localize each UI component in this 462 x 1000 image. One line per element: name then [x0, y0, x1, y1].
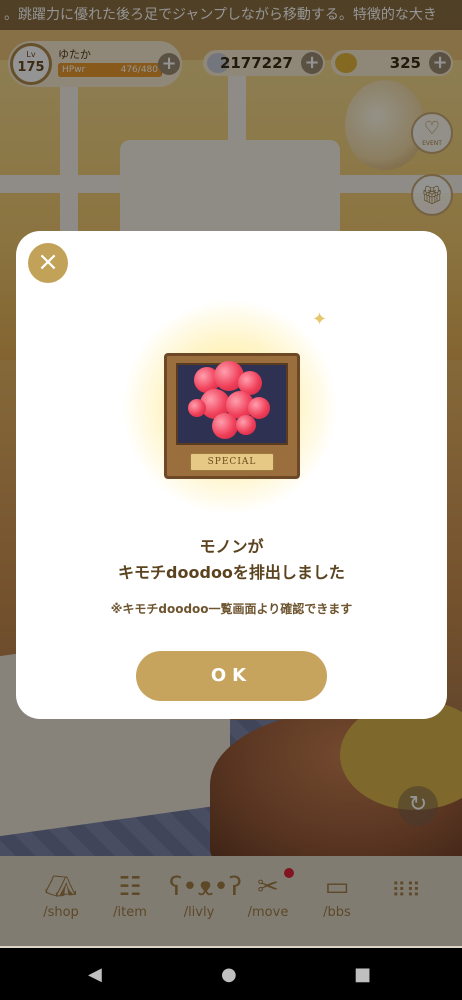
message-line-1: モノンが: [199, 537, 264, 556]
back-icon[interactable]: ◀: [88, 964, 102, 985]
system-navigation-bar: ◀ ● ■: [0, 948, 462, 1000]
ok-button[interactable]: OK: [136, 651, 327, 701]
doodoo-bead: [188, 399, 206, 417]
special-plate: SPECIAL: [190, 453, 274, 471]
special-box: SPECIAL: [164, 353, 300, 479]
reward-dialog: × ✦ SPECIAL モノンが キモチdoodooを排出しました ※キモチdo…: [16, 231, 447, 719]
close-icon: ×: [37, 247, 59, 277]
close-button[interactable]: ×: [28, 243, 68, 283]
home-icon[interactable]: ●: [221, 964, 237, 985]
note-text: ※キモチdoodoo一覧画面より確認できます: [110, 602, 353, 616]
sparkle-icon: ✦: [312, 309, 328, 330]
doodoo-bead: [212, 413, 238, 439]
message-line-2: キモチdoodooを排出しました: [118, 563, 345, 582]
recents-icon[interactable]: ■: [354, 964, 371, 985]
doodoo-bead: [236, 415, 256, 435]
